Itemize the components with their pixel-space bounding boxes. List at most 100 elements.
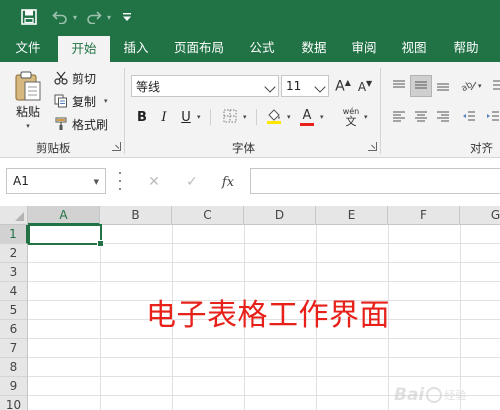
tab-data[interactable]: 数据 [292,34,336,62]
row-header-10[interactable]: 10 [0,396,28,410]
watermark-text: Bai [394,385,425,405]
orientation-button[interactable]: ab [458,75,480,97]
paste-label: 粘贴 [15,105,40,119]
shrink-font-glyph: A [357,79,367,94]
column-header-c[interactable]: C [172,206,244,225]
underline-button[interactable]: U [175,106,197,128]
formula-input[interactable] [250,168,500,194]
undo-dropdown-icon[interactable]: ▾ [70,6,80,28]
font-size-select[interactable]: 11 [281,75,329,97]
align-center-button[interactable] [410,106,432,128]
phonetic-guide-button[interactable]: wén 文 [338,104,364,130]
row-header-7[interactable]: 7 [0,339,28,358]
fill-color-dropdown-icon[interactable]: ▾ [287,113,291,121]
clipboard-dialog-launcher-icon[interactable] [112,142,121,151]
bold-button[interactable]: B [131,106,153,128]
grow-font-glyph: A [335,78,345,95]
column-header-b[interactable]: B [100,206,172,225]
row-header-3[interactable]: 3 [0,263,28,282]
spreadsheet-grid[interactable]: A B C D E F G 1 2 3 4 5 6 7 8 9 10 电子表格工… [0,206,500,410]
tab-home[interactable]: 开始 [58,36,110,62]
align-left-button[interactable] [388,106,410,128]
align-bottom-button[interactable] [432,75,454,97]
group-divider [380,68,381,154]
wrap-text-button[interactable] [488,75,500,97]
font-color-glyph: A [302,107,312,123]
gridline [28,357,500,358]
wrap-text-icon [493,78,500,95]
scissors-icon [52,71,70,85]
borders-button[interactable] [219,106,241,128]
increase-indent-icon [486,109,500,126]
underline-dropdown-icon[interactable]: ▾ [197,113,201,121]
font-color-bar [300,122,314,126]
chevron-down-icon [314,81,326,93]
format-painter-button[interactable]: 格式刷 [52,114,108,134]
save-icon[interactable] [18,6,40,28]
align-right-button[interactable] [432,106,454,128]
paste-button[interactable]: 粘贴 ▾ [8,68,48,136]
customize-toolbar-icon[interactable] [120,6,134,28]
name-box[interactable]: A1 ▼ [6,168,106,194]
gridline [28,376,500,377]
font-dialog-launcher-icon[interactable] [368,142,377,151]
redo-dropdown-icon[interactable]: ▾ [104,6,114,28]
row-header-6[interactable]: 6 [0,320,28,339]
increase-indent-button[interactable] [482,106,500,128]
column-header-d[interactable]: D [244,206,316,225]
tab-file[interactable]: 文件 [6,34,50,62]
align-middle-button[interactable] [410,75,432,97]
formula-bar-resize-handle[interactable] [118,172,122,190]
grow-font-button[interactable]: A▲ [332,75,354,97]
row-header-2[interactable]: 2 [0,244,28,263]
font-name-select[interactable]: 等线 [131,75,279,97]
tab-insert[interactable]: 插入 [114,34,158,62]
active-cell-a1[interactable] [28,224,104,247]
italic-button[interactable]: I [153,106,175,128]
fill-color-button[interactable] [263,106,285,128]
align-top-button[interactable] [388,75,410,97]
phonetic-guide-char: 文 [345,114,357,128]
row-header-9[interactable]: 9 [0,377,28,396]
toolbar-divider [210,109,211,125]
decrease-indent-icon [462,109,476,126]
column-header-f[interactable]: F [388,206,460,225]
column-header-e[interactable]: E [316,206,388,225]
format-painter-icon [52,117,70,131]
row-header-8[interactable]: 8 [0,358,28,377]
borders-icon [223,109,237,126]
insert-function-icon[interactable]: fx [216,170,240,194]
tab-review[interactable]: 审阅 [342,34,386,62]
row-header-4[interactable]: 4 [0,282,28,301]
row-header-1[interactable]: 1 [0,225,28,244]
gridline [100,225,101,410]
column-header-a[interactable]: A [28,206,100,225]
select-all-button[interactable] [0,206,28,225]
format-painter-label: 格式刷 [72,117,109,132]
decrease-indent-button[interactable] [458,106,480,128]
row-header-5[interactable]: 5 [0,301,28,320]
redo-icon[interactable] [84,6,104,28]
text-orientation-icon: ab [460,78,477,95]
column-header-g[interactable]: G [460,206,500,225]
orientation-dropdown-icon[interactable]: ▾ [478,82,482,90]
tab-formulas[interactable]: 公式 [240,34,284,62]
shrink-font-button[interactable]: A▼ [354,75,376,97]
cut-button[interactable]: 剪切 [52,68,96,88]
tab-page-layout[interactable]: 页面布局 [166,34,232,62]
font-color-dropdown-icon[interactable]: ▾ [320,113,324,121]
align-center-icon [414,109,428,126]
font-color-button[interactable]: A [296,106,318,128]
chevron-down-icon: ▼ [93,178,99,186]
borders-dropdown-icon[interactable]: ▾ [243,113,247,121]
copy-button[interactable]: 复制 ▾ [52,91,108,111]
paint-bucket-icon [266,108,282,127]
copy-dropdown-icon: ▾ [104,97,108,105]
undo-icon[interactable] [50,6,70,28]
enter-icon[interactable]: ✓ [180,170,204,194]
cancel-icon[interactable]: ✕ [142,170,166,194]
align-right-icon [436,109,450,126]
phonetic-guide-dropdown-icon[interactable]: ▾ [364,113,368,121]
tab-view[interactable]: 视图 [392,34,436,62]
tab-help[interactable]: 帮助 [444,34,488,62]
